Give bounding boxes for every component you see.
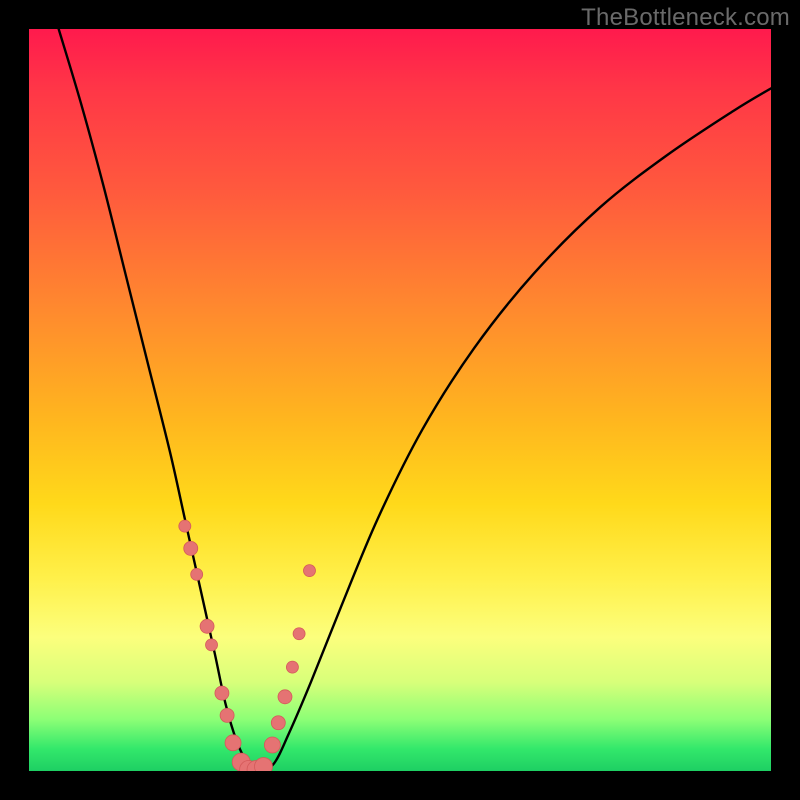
curve-layer [29, 29, 771, 771]
sample-point [206, 639, 218, 651]
sample-point [184, 541, 198, 555]
sample-point [179, 520, 191, 532]
sample-point [271, 716, 285, 730]
sample-point [200, 619, 214, 633]
sample-point [303, 565, 315, 577]
plot-area [29, 29, 771, 771]
sample-point [293, 628, 305, 640]
sample-point [286, 661, 298, 673]
sample-point [220, 708, 234, 722]
chart-frame: TheBottleneck.com [0, 0, 800, 800]
sample-point [240, 761, 258, 771]
points-layer [29, 29, 771, 771]
sample-point [247, 761, 265, 771]
sample-point [254, 758, 272, 771]
sample-point [264, 737, 280, 753]
sample-point [191, 568, 203, 580]
watermark-text: TheBottleneck.com [581, 4, 790, 32]
bottleneck-curve [59, 29, 771, 771]
sample-point [232, 753, 250, 771]
sample-point [225, 735, 241, 751]
sample-point [278, 690, 292, 704]
sample-point [215, 686, 229, 700]
